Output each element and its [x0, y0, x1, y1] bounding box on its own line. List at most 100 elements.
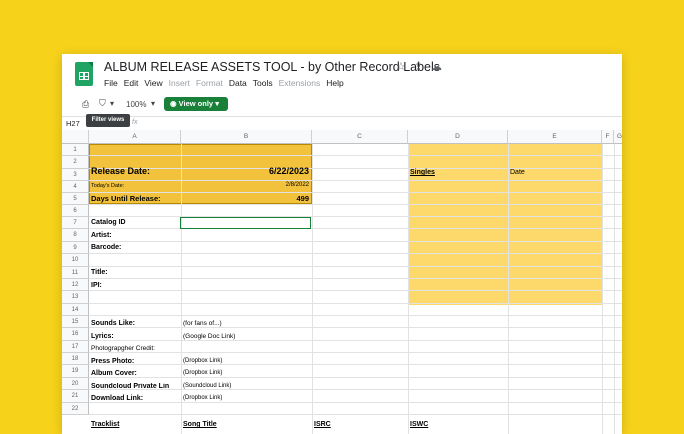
- menu-format: Format: [195, 78, 223, 88]
- row-header-14[interactable]: 14: [62, 304, 89, 316]
- fx-icon: fx: [132, 119, 138, 126]
- tracklist-header: Tracklist: [91, 421, 120, 428]
- row-header-2[interactable]: 2: [62, 156, 89, 169]
- row-header-12[interactable]: 12: [62, 279, 89, 291]
- zoom-select[interactable]: 100%: [126, 100, 146, 109]
- row-header-17[interactable]: 17: [62, 341, 89, 353]
- row-header-11[interactable]: 11: [62, 267, 89, 279]
- album-cover-label: Album Cover:: [91, 370, 137, 377]
- column-header-e[interactable]: E: [508, 130, 602, 144]
- grid-row-line: [89, 364, 622, 365]
- grid-row-line: [89, 228, 622, 229]
- row-header-19[interactable]: 19: [62, 365, 89, 378]
- filter-dropdown-icon[interactable]: ▾: [110, 99, 114, 108]
- menu-data[interactable]: Data: [229, 78, 247, 88]
- todays-date-label: Today's Date:: [91, 183, 125, 189]
- artist-label: Artist:: [91, 232, 112, 239]
- press-photo-label: Press Photo:: [91, 358, 135, 365]
- view-only-button[interactable]: ◉ View only ▾: [164, 97, 228, 111]
- row-header-10[interactable]: 10: [62, 254, 89, 267]
- grid-row-line: [89, 315, 622, 316]
- grid-column-line: [408, 144, 409, 434]
- star-icon[interactable]: ☆: [396, 60, 406, 73]
- soundcloud-link-value[interactable]: (Soundcloud Link): [183, 383, 231, 389]
- column-header-f[interactable]: F: [602, 130, 614, 144]
- iswc-header: ISWC: [410, 421, 429, 428]
- print-icon[interactable]: ⎙: [82, 99, 89, 110]
- grid-row-line: [89, 253, 622, 254]
- song-title-header: Song Title: [183, 421, 217, 428]
- days-until-release-value[interactable]: 499: [262, 194, 309, 203]
- grid-row-line: [89, 290, 622, 291]
- selected-cell-b6[interactable]: [180, 217, 311, 229]
- menu-help[interactable]: Help: [326, 78, 343, 88]
- soundcloud-private-link-label: Soundcloud Private Lin: [91, 383, 170, 390]
- column-header-b[interactable]: B: [181, 130, 312, 144]
- grid-row-line: [89, 241, 622, 242]
- grid-row-line: [89, 155, 622, 156]
- grid-row-line: [89, 216, 622, 217]
- title-label: Title:: [91, 269, 108, 276]
- download-link-label: Download Link:: [91, 395, 144, 402]
- press-photo-value[interactable]: (Dropbox Link): [183, 358, 222, 364]
- row-header-3[interactable]: 3: [62, 169, 89, 181]
- row-header-22[interactable]: 22: [62, 403, 89, 415]
- sheets-logo-icon[interactable]: [75, 62, 93, 86]
- grid-row-line: [89, 340, 622, 341]
- column-header-d[interactable]: D: [408, 130, 508, 144]
- select-all-corner[interactable]: [62, 130, 89, 144]
- chevron-down-icon: ▾: [215, 99, 219, 108]
- document-title[interactable]: ALBUM RELEASE ASSETS TOOL - by Other Rec…: [104, 60, 440, 74]
- menu-file[interactable]: File: [104, 78, 118, 88]
- release-date-value[interactable]: 6/22/2023: [232, 166, 309, 176]
- row-header-7[interactable]: 7: [62, 217, 89, 229]
- column-header-a[interactable]: A: [89, 130, 181, 144]
- cloud-status-icon[interactable]: ☁: [431, 60, 442, 73]
- sounds-like-label: Sounds Like:: [91, 320, 135, 327]
- menu-tools[interactable]: Tools: [253, 78, 273, 88]
- row-header-18[interactable]: 18: [62, 353, 89, 365]
- isrc-header: ISRC: [314, 421, 331, 428]
- todays-date-value[interactable]: 2/8/2022: [252, 182, 309, 188]
- menu-view[interactable]: View: [144, 78, 162, 88]
- zoom-dropdown-icon[interactable]: ▾: [151, 99, 155, 108]
- row-header-6[interactable]: 6: [62, 205, 89, 217]
- row-header-16[interactable]: 16: [62, 328, 89, 341]
- days-until-release-label: Days Until Release:: [91, 194, 161, 203]
- menu-edit[interactable]: Edit: [124, 78, 139, 88]
- grid-row-line: [89, 266, 622, 267]
- grid-row-line: [89, 303, 622, 304]
- row-header-4[interactable]: 4: [62, 181, 89, 193]
- grid-row-line: [89, 414, 622, 415]
- singles-header: Singles: [410, 169, 435, 176]
- menu-insert: Insert: [168, 78, 190, 88]
- name-box[interactable]: H27: [66, 119, 80, 128]
- menu-extensions: Extensions: [278, 78, 321, 88]
- row-header-9[interactable]: 9: [62, 242, 89, 254]
- lyrics-value[interactable]: (Google Doc Link): [183, 333, 235, 340]
- row-header-13[interactable]: 13: [62, 291, 89, 304]
- grid-row-line: [89, 377, 622, 378]
- row-header-5[interactable]: 5: [62, 193, 89, 205]
- release-date-label: Release Date:: [91, 166, 151, 176]
- catalog-id-label: Catalog ID: [91, 219, 126, 226]
- sheets-window: ALBUM RELEASE ASSETS TOOL - by Other Rec…: [62, 54, 622, 434]
- grid-row-line: [89, 180, 622, 181]
- grid-column-line: [312, 144, 313, 434]
- toolbar: ⎙ ⛉ ▾ 100% ▾: [62, 94, 622, 116]
- date-header: Date: [510, 169, 525, 176]
- sounds-like-value[interactable]: (for fans of...): [183, 320, 222, 327]
- column-header-g[interactable]: G: [614, 130, 622, 144]
- album-cover-value[interactable]: (Dropbox Link): [183, 370, 222, 376]
- row-header-21[interactable]: 21: [62, 390, 89, 403]
- column-header-c[interactable]: C: [312, 130, 408, 144]
- row-header-1[interactable]: 1: [62, 144, 89, 156]
- grid-row-line: [89, 402, 622, 403]
- filter-icon[interactable]: ⛉: [99, 98, 106, 109]
- download-link-value[interactable]: (Dropbox Link): [183, 395, 222, 401]
- move-to-drive-icon[interactable]: ⇪: [414, 60, 423, 73]
- row-header-15[interactable]: 15: [62, 316, 89, 328]
- menu-bar: File Edit View Insert Format Data Tools Extensi…: [104, 78, 350, 88]
- row-header-8[interactable]: 8: [62, 229, 89, 242]
- row-header-20[interactable]: 20: [62, 378, 89, 390]
